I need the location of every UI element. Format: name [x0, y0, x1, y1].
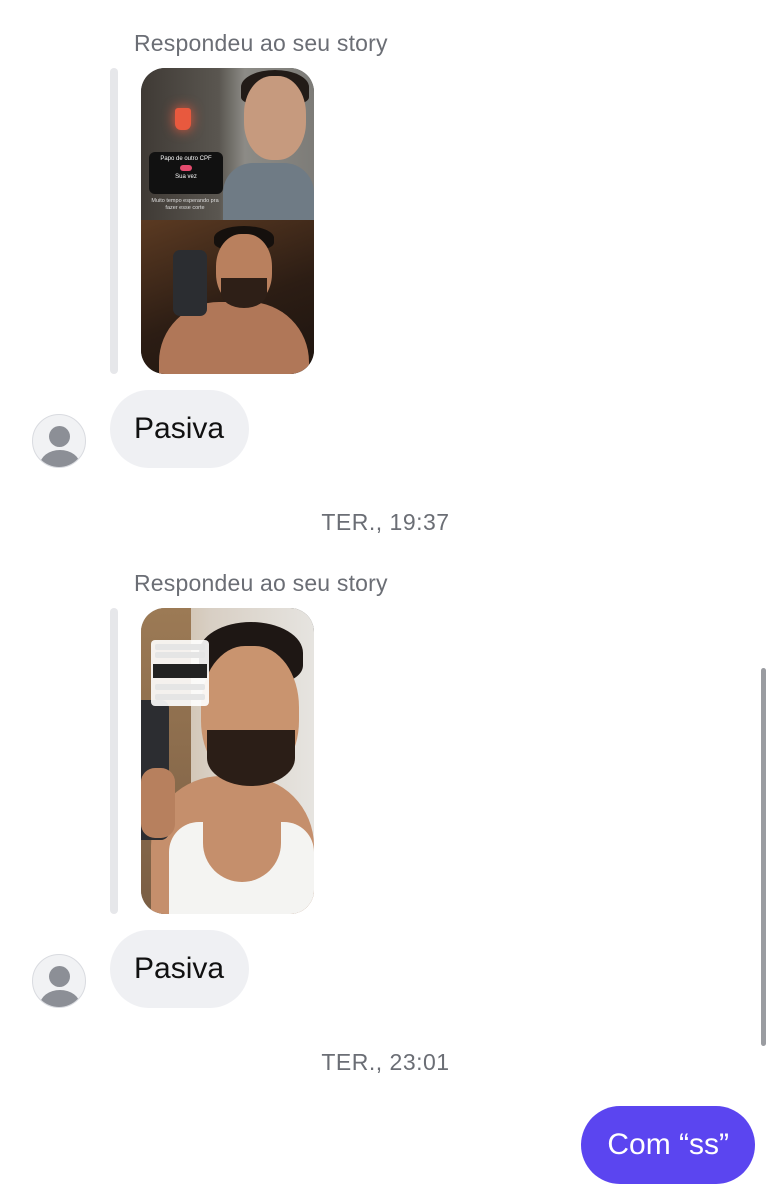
incoming-message-bubble[interactable]: Pasiva [110, 390, 249, 468]
shirt [223, 163, 314, 220]
person-silhouette-body [40, 990, 80, 1007]
avatar[interactable] [32, 414, 86, 468]
sticker-emoji-pill [180, 165, 192, 171]
sticker-option [155, 694, 205, 700]
reply-label: Respondeu ao seu story [134, 30, 388, 56]
sticker-title: Papo de outro CPF [160, 156, 212, 162]
sticker-header [153, 664, 207, 678]
neck [203, 804, 281, 882]
story-thumbnail[interactable] [141, 608, 314, 914]
story-caption: Muito tempo esperando pra fazer esse cor… [151, 198, 219, 211]
outgoing-message-bubble[interactable]: Com “ss” [581, 1106, 755, 1184]
sticker-line [155, 644, 205, 650]
message-text: Com “ss” [607, 1128, 729, 1161]
reply-quote-bar [110, 68, 118, 374]
beard [207, 730, 295, 786]
story-sticker: Papo de outro CPF Sua vez [149, 152, 223, 194]
sticker-button: Sua vez [175, 174, 197, 180]
story-photo-bottom [141, 220, 314, 374]
reply-label: Respondeu ao seu story [134, 570, 388, 596]
person-silhouette-icon [49, 966, 70, 987]
message-text: Pasiva [134, 412, 225, 445]
message-text: Pasiva [134, 952, 225, 985]
story-thumbnail[interactable]: Papo de outro CPF Sua vez Muito tempo es… [141, 68, 314, 374]
hand [141, 768, 175, 838]
face [244, 76, 306, 160]
person-silhouette-icon [49, 426, 70, 447]
incoming-message-bubble[interactable]: Pasiva [110, 930, 249, 1008]
phone [173, 250, 207, 316]
sticker-option [155, 684, 205, 690]
story-sticker [151, 640, 209, 706]
story-photo-top: Papo de outro CPF Sua vez Muito tempo es… [141, 68, 314, 220]
lamp [175, 108, 191, 130]
avatar[interactable] [32, 954, 86, 1008]
timestamp: TER., 23:01 [321, 1049, 450, 1075]
sticker-line [155, 652, 205, 658]
scrollbar[interactable] [761, 668, 766, 1046]
reply-quote-bar [110, 608, 118, 914]
person-silhouette-body [40, 450, 80, 467]
timestamp: TER., 19:37 [321, 509, 450, 535]
beard [221, 278, 267, 308]
